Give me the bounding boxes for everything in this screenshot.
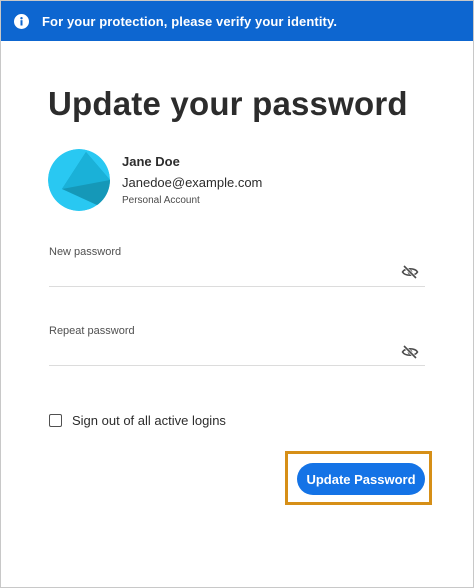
new-password-label: New password bbox=[49, 246, 122, 258]
password-update-panel: For your protection, please verify your … bbox=[0, 0, 474, 588]
sign-out-label[interactable]: Sign out of all active logins bbox=[72, 413, 226, 428]
avatar-icon bbox=[48, 149, 110, 211]
user-email: Janedoe@example.com bbox=[122, 175, 263, 190]
eye-slash-icon[interactable] bbox=[401, 264, 419, 280]
eye-slash-icon[interactable] bbox=[401, 344, 419, 360]
sign-out-checkbox[interactable] bbox=[49, 414, 62, 427]
repeat-password-input[interactable] bbox=[49, 337, 425, 366]
new-password-input[interactable] bbox=[49, 258, 425, 287]
info-icon bbox=[14, 13, 29, 29]
page-title: Update your password bbox=[48, 85, 408, 122]
banner-text: For your protection, please verify your … bbox=[42, 13, 338, 29]
account-type: Personal Account bbox=[122, 195, 200, 206]
user-name: Jane Doe bbox=[122, 154, 180, 169]
avatar bbox=[48, 149, 110, 211]
repeat-password-label: Repeat password bbox=[49, 325, 135, 337]
update-password-button[interactable]: Update Password bbox=[297, 463, 425, 495]
verification-banner: For your protection, please verify your … bbox=[1, 1, 473, 41]
